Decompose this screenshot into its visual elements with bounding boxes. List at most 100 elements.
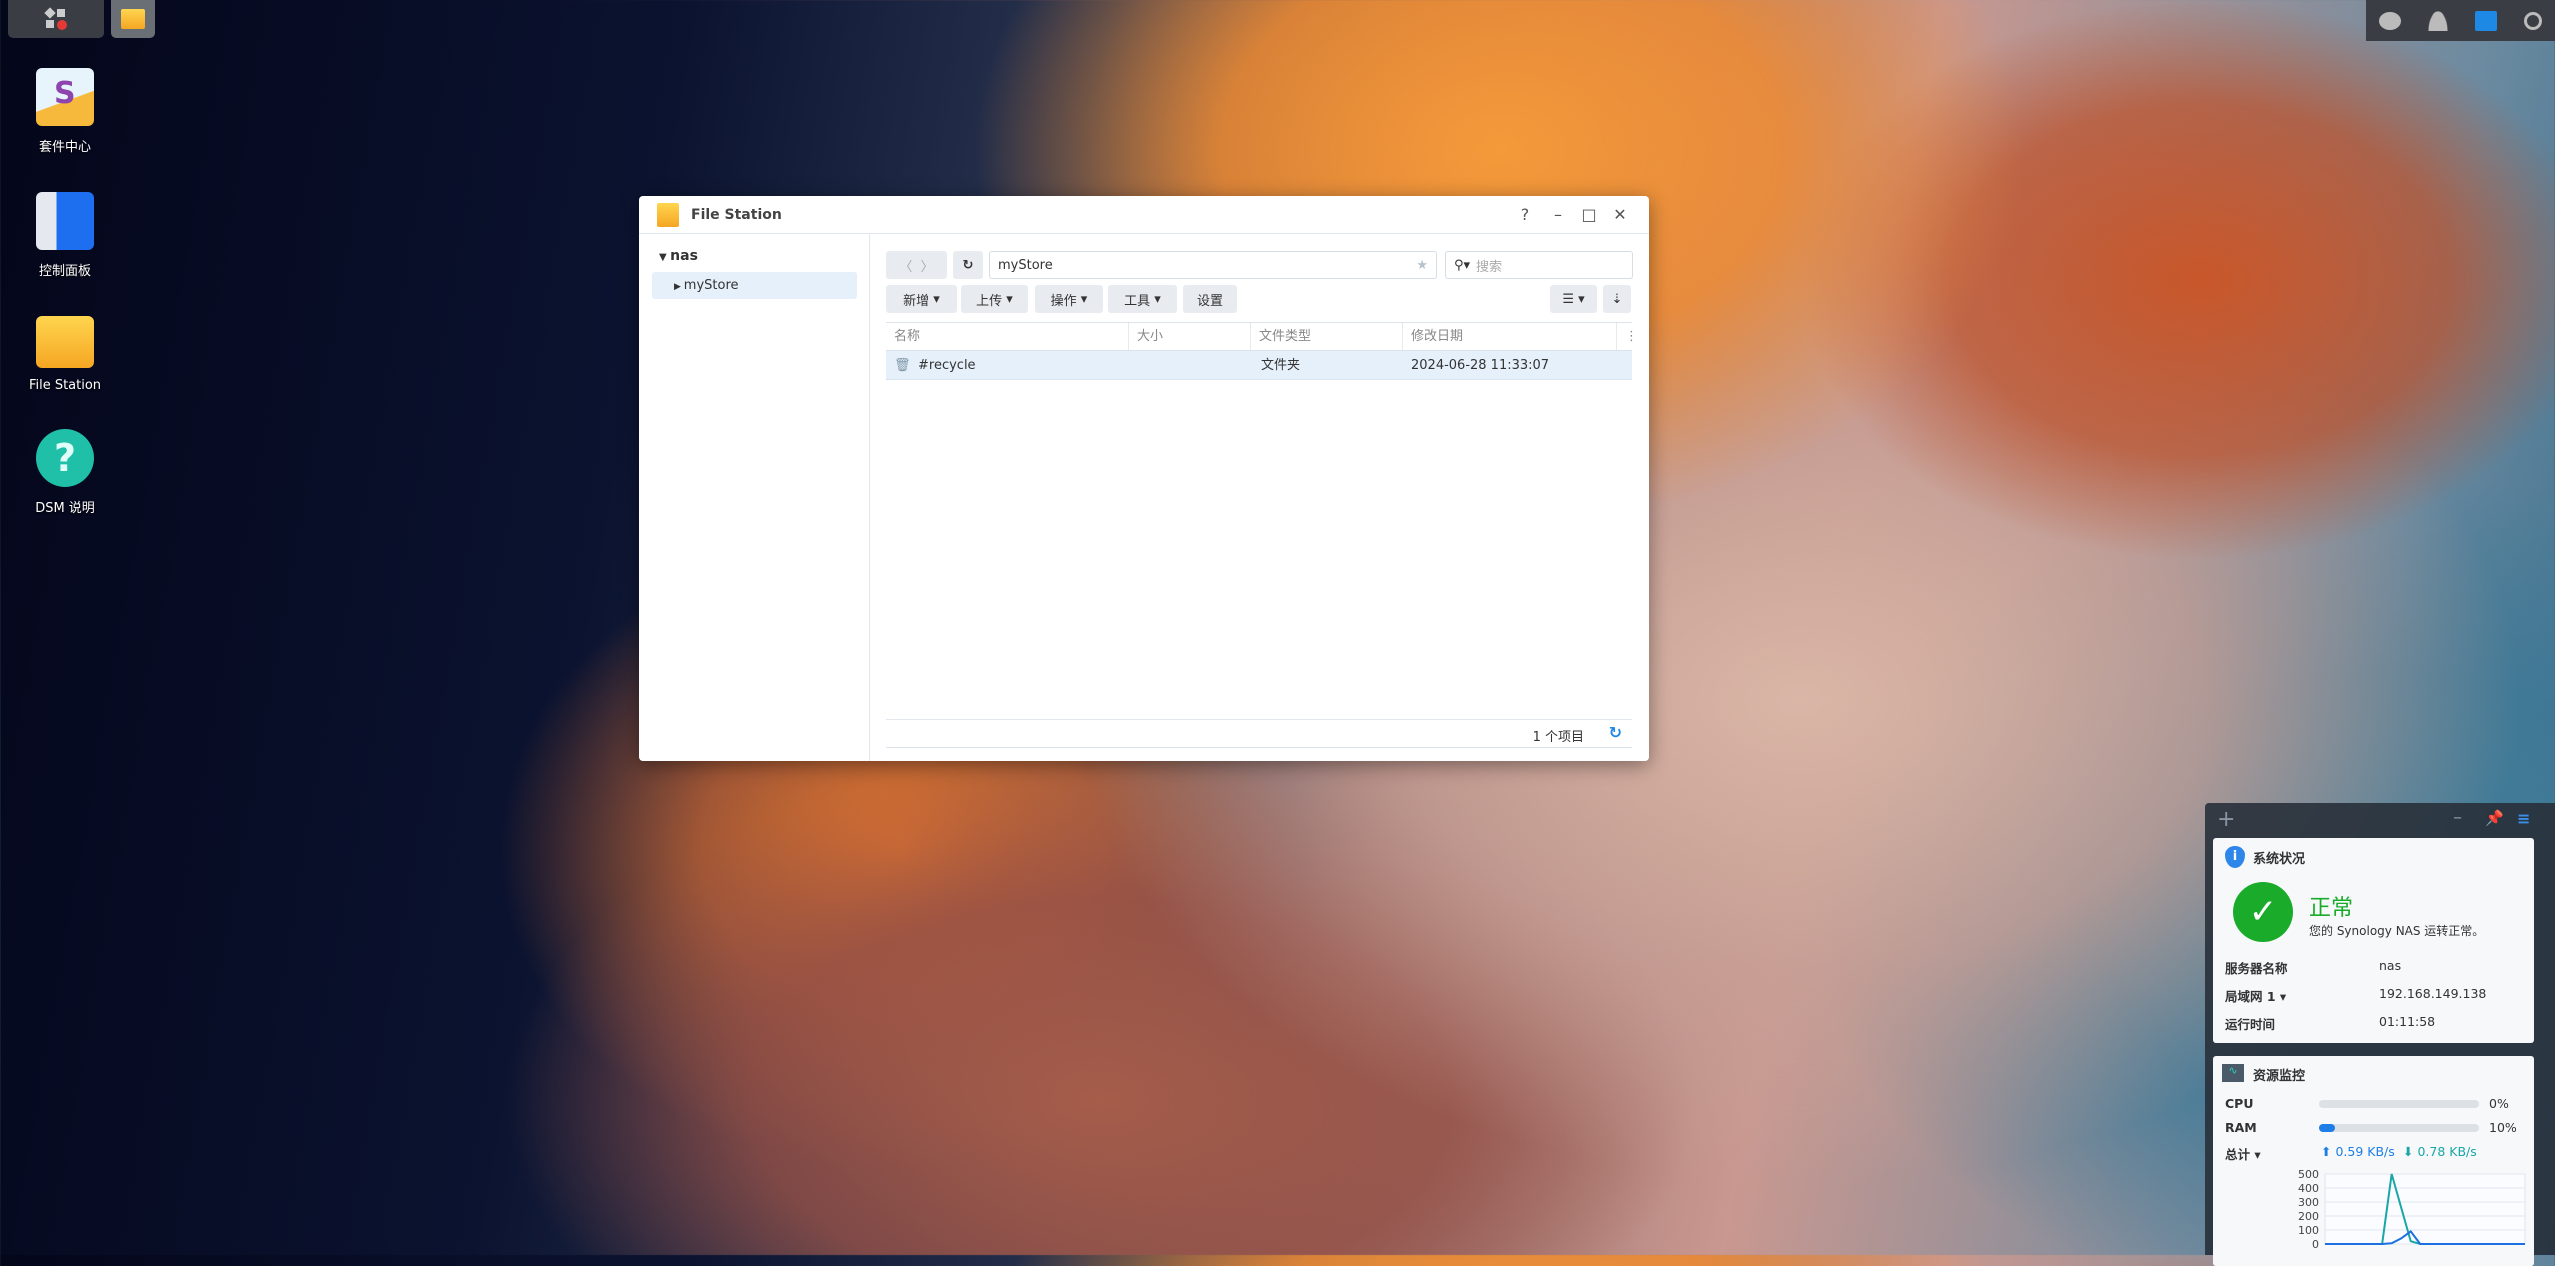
column-name[interactable]: 名称	[886, 323, 1129, 350]
table-row[interactable]: 🗑 #recycle 文件夹 2024-06-28 11:33:07	[886, 350, 1632, 380]
folder-icon	[121, 9, 145, 29]
minimize-button[interactable]: –	[1546, 204, 1570, 226]
desktop-file-station[interactable]: File Station	[20, 310, 110, 393]
maximize-button[interactable]: □	[1577, 204, 1601, 226]
network-chart: 5004003002001000	[2298, 1170, 2526, 1251]
value-server-name: nas	[2379, 958, 2402, 973]
file-station-window: File Station ? – □ ✕ ▼ nas ▶ myStore 〈 〉…	[639, 196, 1649, 761]
tools-button[interactable]: 工具 ▾	[1108, 285, 1177, 313]
y-tick-label: 200	[2298, 1210, 2319, 1223]
tree-label: myStore	[683, 278, 739, 293]
tree-item-mystore[interactable]: ▶ myStore	[652, 272, 857, 299]
search-placeholder: 搜索	[1476, 259, 1503, 275]
ram-label: RAM	[2225, 1120, 2257, 1135]
y-tick-label: 300	[2298, 1196, 2319, 1209]
sort-icon: ⇣	[1611, 291, 1623, 307]
item-count: 1 个项目	[1532, 730, 1584, 745]
folder-icon	[36, 316, 94, 368]
main-menu-button[interactable]	[8, 0, 104, 38]
caret-right-icon: ▶	[674, 282, 684, 292]
desktop-package-center[interactable]: S 套件中心	[20, 68, 110, 155]
widget-title: 系统状况	[2253, 852, 2306, 867]
cpu-value: 0%	[2489, 1096, 2509, 1111]
upload-rate: ⬆ 0.59 KB/s	[2321, 1144, 2395, 1159]
refresh-icon: ↻	[962, 257, 974, 273]
grid-icon	[44, 7, 67, 30]
y-tick-label: 100	[2298, 1224, 2319, 1237]
folder-tree: ▼ nas ▶ myStore	[639, 234, 870, 761]
column-type[interactable]: 文件类型	[1251, 323, 1403, 350]
list-icon: ☰ ▾	[1562, 291, 1585, 307]
system-tray	[2366, 0, 2555, 41]
sort-button[interactable]: ⇣	[1603, 285, 1631, 313]
cpu-bar	[2319, 1100, 2479, 1108]
taskbar-file-station[interactable]	[111, 0, 155, 38]
create-button[interactable]: 新增 ▾	[886, 285, 957, 313]
resource-monitor-widget: ∿ 资源监控 CPU 0% RAM 10% 总计 ▾ ⬆ 0.59 KB/s ⬇…	[2213, 1056, 2534, 1266]
cell-date: 2024-06-28 11:33:07	[1411, 358, 1550, 373]
package-center-icon: S	[36, 68, 94, 126]
widget-panel: + – 📌 ≡ i 系统状况 ✓ 正常 您的 Synology NAS 运转正常…	[2205, 803, 2555, 1266]
window-title: File Station	[691, 206, 782, 223]
total-dropdown[interactable]: 总计 ▾	[2225, 1144, 2261, 1163]
desktop-dsm-help[interactable]: ? DSM 说明	[20, 429, 110, 516]
desktop-label: 套件中心	[38, 140, 91, 155]
widget-title: 资源监控	[2253, 1069, 2306, 1084]
upload-button[interactable]: 上传 ▾	[961, 285, 1028, 313]
tree-root-nas[interactable]: ▼ nas	[659, 248, 698, 264]
tree-label: nas	[670, 248, 698, 264]
search-input[interactable]: ⚲▾ 搜索	[1445, 251, 1633, 279]
recycle-bin-icon: 🗑	[894, 358, 911, 373]
help-icon: ?	[36, 429, 94, 487]
value-uptime: 01:11:58	[2379, 1014, 2436, 1029]
path-field[interactable]: myStore ★	[989, 251, 1437, 279]
y-tick-label: 0	[2312, 1238, 2319, 1251]
caret-down-icon: ▼	[659, 252, 671, 263]
add-widget-icon[interactable]: +	[2217, 807, 2235, 832]
download-rate: ⬇ 0.78 KB/s	[2403, 1144, 2477, 1159]
y-tick-label: 400	[2298, 1182, 2319, 1195]
search-icon[interactable]	[2523, 11, 2542, 30]
widgets-icon[interactable]	[2474, 10, 2497, 31]
view-mode-button[interactable]: ☰ ▾	[1550, 285, 1597, 313]
refresh-icon[interactable]: ↻	[1609, 723, 1622, 742]
cell-name: #recycle	[918, 358, 976, 373]
action-button[interactable]: 操作 ▾	[1035, 285, 1103, 313]
forward-icon[interactable]: 〉	[921, 256, 934, 275]
minimize-icon[interactable]: –	[2453, 807, 2462, 828]
cpu-label: CPU	[2225, 1096, 2254, 1111]
refresh-button[interactable]: ↻	[953, 251, 983, 279]
pin-icon[interactable]: 📌	[2485, 809, 2504, 827]
close-button[interactable]: ✕	[1608, 204, 1632, 226]
desktop-control-panel[interactable]: 控制面板	[20, 192, 110, 279]
monitor-icon: ∿	[2222, 1064, 2244, 1082]
column-date[interactable]: 修改日期	[1403, 323, 1617, 350]
chat-icon[interactable]	[2379, 11, 2402, 30]
help-button[interactable]: ?	[1513, 204, 1537, 226]
ram-value: 10%	[2489, 1120, 2517, 1135]
back-icon[interactable]: 〈	[899, 256, 912, 275]
info-icon: i	[2225, 846, 2245, 868]
label-uptime: 运行时间	[2225, 1017, 2276, 1032]
desktop-label: DSM 说明	[35, 501, 95, 516]
status-bar: 1 个项目 ↻	[886, 719, 1632, 748]
column-options-icon[interactable]: ⋮	[1617, 323, 1638, 350]
check-icon: ✓	[2233, 882, 2293, 942]
title-bar[interactable]: File Station	[639, 196, 1649, 234]
panel-toggle-icon[interactable]: ≡	[2517, 809, 2530, 828]
status-state: 正常	[2309, 896, 2354, 921]
cell-type: 文件夹	[1261, 358, 1301, 373]
system-status-widget: i 系统状况 ✓ 正常 您的 Synology NAS 运转正常。 服务器名称 …	[2213, 838, 2534, 1043]
ram-bar	[2319, 1124, 2479, 1132]
status-message: 您的 Synology NAS 运转正常。	[2309, 924, 2485, 938]
settings-button[interactable]: 设置	[1183, 285, 1237, 313]
column-size[interactable]: 大小	[1129, 323, 1251, 350]
star-icon[interactable]: ★	[1416, 258, 1428, 273]
control-panel-icon	[36, 192, 94, 250]
label-lan[interactable]: 局域网 1 ▾	[2225, 986, 2286, 1005]
search-icon: ⚲▾	[1454, 257, 1471, 273]
user-icon[interactable]	[2428, 10, 2449, 31]
y-tick-label: 500	[2298, 1170, 2319, 1181]
back-forward-buttons[interactable]: 〈 〉	[886, 251, 947, 279]
folder-icon	[657, 202, 679, 227]
